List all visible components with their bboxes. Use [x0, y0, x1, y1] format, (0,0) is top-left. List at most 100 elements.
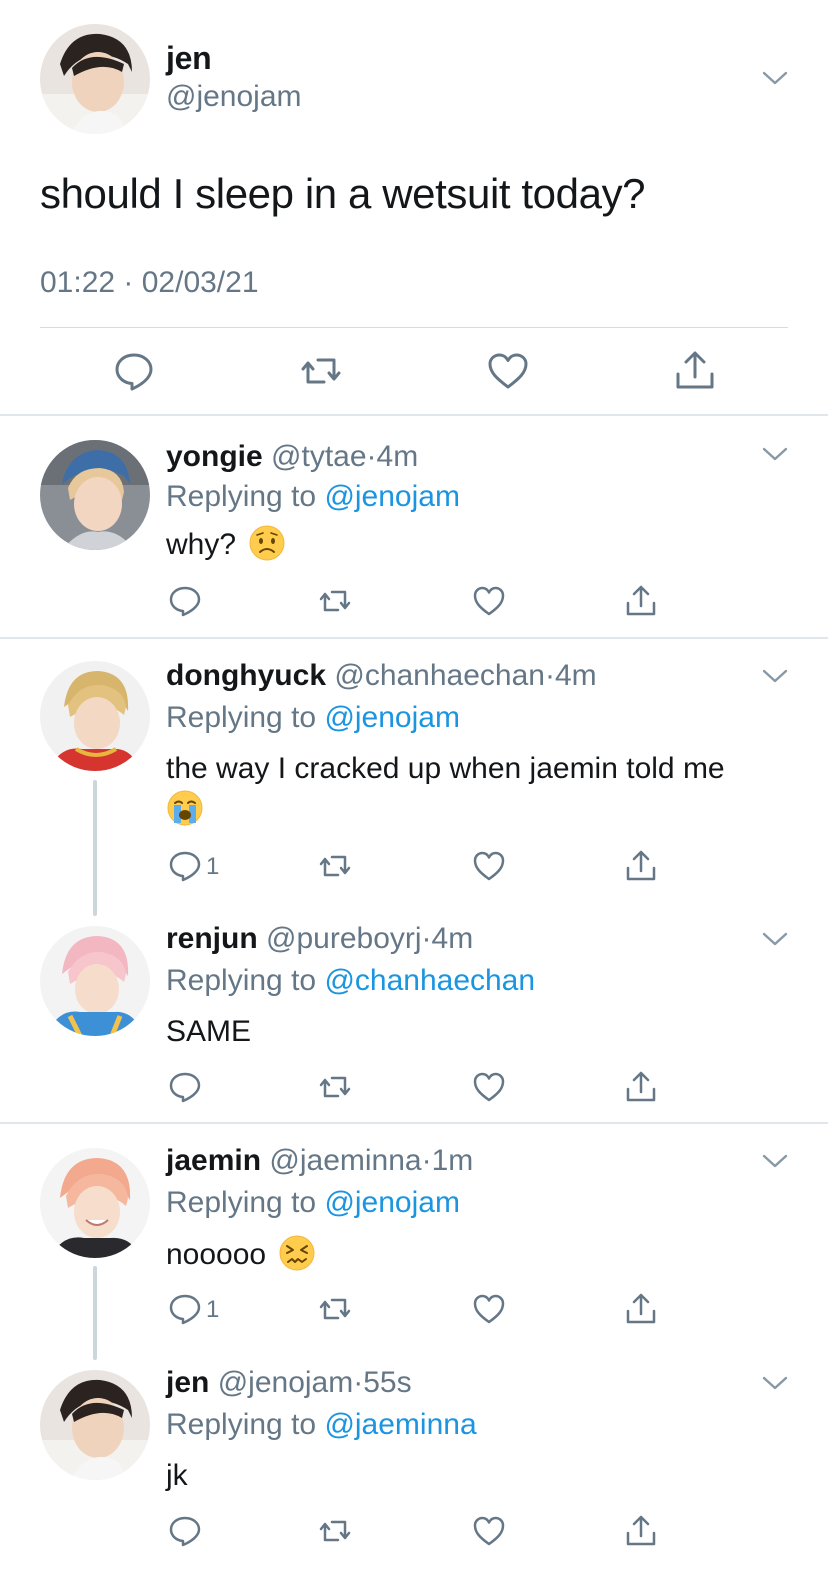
reply-header: jaemin @jaeminna·1m [166, 1144, 473, 1178]
chevron-down-icon[interactable] [762, 446, 788, 462]
replying-to-label: Replying to [166, 701, 325, 734]
share-icon[interactable] [624, 1292, 658, 1326]
thread-connector [93, 780, 97, 916]
reply-author-name[interactable]: yongie [166, 440, 263, 473]
like-icon[interactable] [472, 849, 506, 883]
reply-text: jk [166, 1456, 806, 1496]
retweet-icon[interactable] [300, 350, 342, 392]
reply-icon[interactable] [168, 1070, 202, 1104]
reply-tweet[interactable]: yongie @tytae·4m Replying to @jenojam wh… [0, 416, 828, 638]
reply-time[interactable]: 4m [555, 659, 597, 692]
reply-tweet[interactable]: donghyuck @chanhaechan·4m Replying to @j… [0, 639, 828, 902]
avatar[interactable] [40, 24, 150, 134]
replying-to-label: Replying to [166, 480, 325, 513]
share-icon[interactable] [624, 1070, 658, 1104]
replying-to: Replying to @chanhaechan [166, 964, 535, 998]
reply-tweet[interactable]: jen @jenojam·55s Replying to @jaeminna j… [0, 1346, 828, 1568]
reply-text-content: nooooo [166, 1238, 267, 1271]
retweet-icon[interactable] [318, 1070, 352, 1104]
mention-link[interactable]: @jenojam [324, 701, 460, 734]
replying-to: Replying to @jenojam [166, 1186, 460, 1220]
reply-icon[interactable] [113, 350, 155, 392]
like-icon[interactable] [472, 1514, 506, 1548]
chevron-down-icon[interactable] [762, 1153, 788, 1169]
chevron-down-icon[interactable] [762, 1375, 788, 1391]
reply-author-name[interactable]: jen [166, 1366, 209, 1399]
replying-to-label: Replying to [166, 964, 325, 997]
chevron-down-icon[interactable] [762, 668, 788, 684]
share-icon[interactable] [674, 350, 716, 392]
tweet-timestamp[interactable]: 01:22 · 02/03/21 [40, 266, 259, 300]
reply-time[interactable]: 4m [432, 922, 474, 955]
replying-to: Replying to @jaeminna [166, 1408, 477, 1442]
reply-text-content: the way I cracked up when jaemin told me [166, 752, 725, 785]
reply-text: SAME [166, 1012, 806, 1052]
reply-icon[interactable] [168, 1514, 202, 1548]
reply-tweet[interactable]: renjun @pureboyrj·4m Replying to @chanha… [0, 902, 828, 1122]
retweet-icon[interactable] [318, 1292, 352, 1326]
reply-author-name[interactable]: donghyuck [166, 659, 326, 692]
divider [40, 327, 788, 328]
chevron-down-icon[interactable] [762, 70, 788, 86]
reply-icon[interactable] [168, 584, 202, 618]
chevron-down-icon[interactable] [762, 931, 788, 947]
reply-author-name[interactable]: jaemin [166, 1144, 261, 1177]
avatar[interactable] [40, 661, 150, 771]
author-handle[interactable]: @jenojam [166, 80, 302, 114]
reply-author-handle[interactable]: @jenojam [218, 1366, 354, 1399]
reply-header: yongie @tytae·4m [166, 440, 418, 474]
avatar[interactable] [40, 440, 150, 550]
replying-to-label: Replying to [166, 1186, 325, 1219]
confounded-face-emoji [278, 1234, 316, 1272]
like-icon[interactable] [472, 584, 506, 618]
reply-count: 1 [206, 853, 220, 880]
reply-time[interactable]: 55s [363, 1366, 411, 1399]
reply-text: the way I cracked up when jaemin told me [166, 749, 806, 830]
like-icon[interactable] [472, 1292, 506, 1326]
mention-link[interactable]: @chanhaechan [324, 964, 535, 997]
share-icon[interactable] [624, 1514, 658, 1548]
mention-link[interactable]: @jaeminna [324, 1408, 476, 1441]
retweet-icon[interactable] [318, 1514, 352, 1548]
meta-separator: · [353, 1366, 364, 1399]
reply-tweet[interactable]: jaemin @jaeminna·1m Replying to @jenojam… [0, 1124, 828, 1346]
meta-separator: · [421, 1144, 432, 1177]
reply-time[interactable]: 4m [377, 440, 419, 473]
reply-icon[interactable] [168, 849, 202, 883]
meta-separator: · [544, 659, 555, 692]
replying-to: Replying to @jenojam [166, 701, 460, 735]
tweet-text: should I sleep in a wetsuit today? [40, 170, 646, 217]
like-icon[interactable] [487, 350, 529, 392]
like-icon[interactable] [472, 1070, 506, 1104]
reply-author-name[interactable]: renjun [166, 922, 258, 955]
meta-separator: · [366, 440, 377, 473]
avatar[interactable] [40, 926, 150, 1036]
avatar[interactable] [40, 1370, 150, 1480]
retweet-icon[interactable] [318, 849, 352, 883]
reply-text-content: why? [166, 528, 237, 561]
share-icon[interactable] [624, 584, 658, 618]
retweet-icon[interactable] [318, 584, 352, 618]
author-name[interactable]: jen [166, 40, 212, 77]
replying-to-label: Replying to [166, 1408, 325, 1441]
reply-author-handle[interactable]: @tytae [271, 440, 367, 473]
reply-count: 1 [206, 1296, 220, 1323]
reply-author-handle[interactable]: @chanhaechan [334, 659, 545, 692]
reply-icon[interactable] [168, 1292, 202, 1326]
mention-link[interactable]: @jenojam [324, 480, 460, 513]
reply-author-handle[interactable]: @pureboyrj [266, 922, 422, 955]
worried-face-emoji [248, 524, 286, 562]
meta-separator: · [421, 922, 432, 955]
reply-author-handle[interactable]: @jaeminna [269, 1144, 421, 1177]
replying-to: Replying to @jenojam [166, 480, 460, 514]
share-icon[interactable] [624, 849, 658, 883]
reply-header: donghyuck @chanhaechan·4m [166, 659, 597, 693]
reply-time[interactable]: 1m [432, 1144, 474, 1177]
mention-link[interactable]: @jenojam [324, 1186, 460, 1219]
avatar[interactable] [40, 1148, 150, 1258]
reply-header: jen @jenojam·55s [166, 1366, 412, 1400]
reply-text: nooooo [166, 1234, 806, 1275]
reply-text-content: jk [166, 1459, 188, 1492]
loudly-crying-face-emoji [166, 789, 204, 827]
reply-text-content: SAME [166, 1015, 252, 1048]
